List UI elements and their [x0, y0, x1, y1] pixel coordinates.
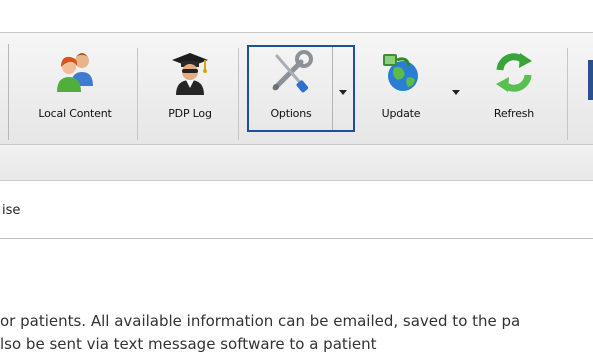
secondary-bar: [0, 145, 593, 181]
title-bar: [0, 0, 593, 33]
options-button[interactable]: Options: [250, 46, 332, 134]
section-header-label: ise: [2, 203, 21, 218]
local-content-button[interactable]: Local Content: [20, 46, 130, 134]
pdp-log-label: PDP Log: [168, 107, 212, 120]
local-content-label: Local Content: [38, 107, 112, 120]
next-toolbar-item-edge: [588, 60, 593, 100]
toolbar-separator: [238, 48, 239, 140]
refresh-icon: [496, 53, 532, 92]
toolbar-separator: [567, 48, 568, 140]
description-line-2: lso be sent via text message software to…: [0, 335, 377, 352]
toolbar-left-divider: [8, 44, 9, 140]
app-window: Local Content PDP Log Options Update Ref…: [0, 0, 593, 352]
options-split-divider: [332, 47, 333, 130]
update-button[interactable]: Update: [360, 46, 442, 134]
update-dropdown-arrow[interactable]: [452, 90, 460, 95]
options-dropdown-arrow[interactable]: [339, 90, 347, 95]
globe-update-icon: [383, 54, 418, 91]
tools-icon: [272, 50, 313, 93]
refresh-label: Refresh: [493, 107, 535, 120]
refresh-button[interactable]: Refresh: [472, 46, 556, 134]
users-icon: [57, 53, 93, 92]
options-label: Options: [270, 107, 312, 120]
graduate-icon: [172, 53, 208, 95]
toolbar-separator: [137, 48, 138, 140]
section-header: [0, 181, 593, 239]
description-line-1: or patients. All available information c…: [0, 312, 521, 330]
pdp-log-button[interactable]: PDP Log: [148, 46, 232, 134]
update-label: Update: [381, 107, 421, 120]
